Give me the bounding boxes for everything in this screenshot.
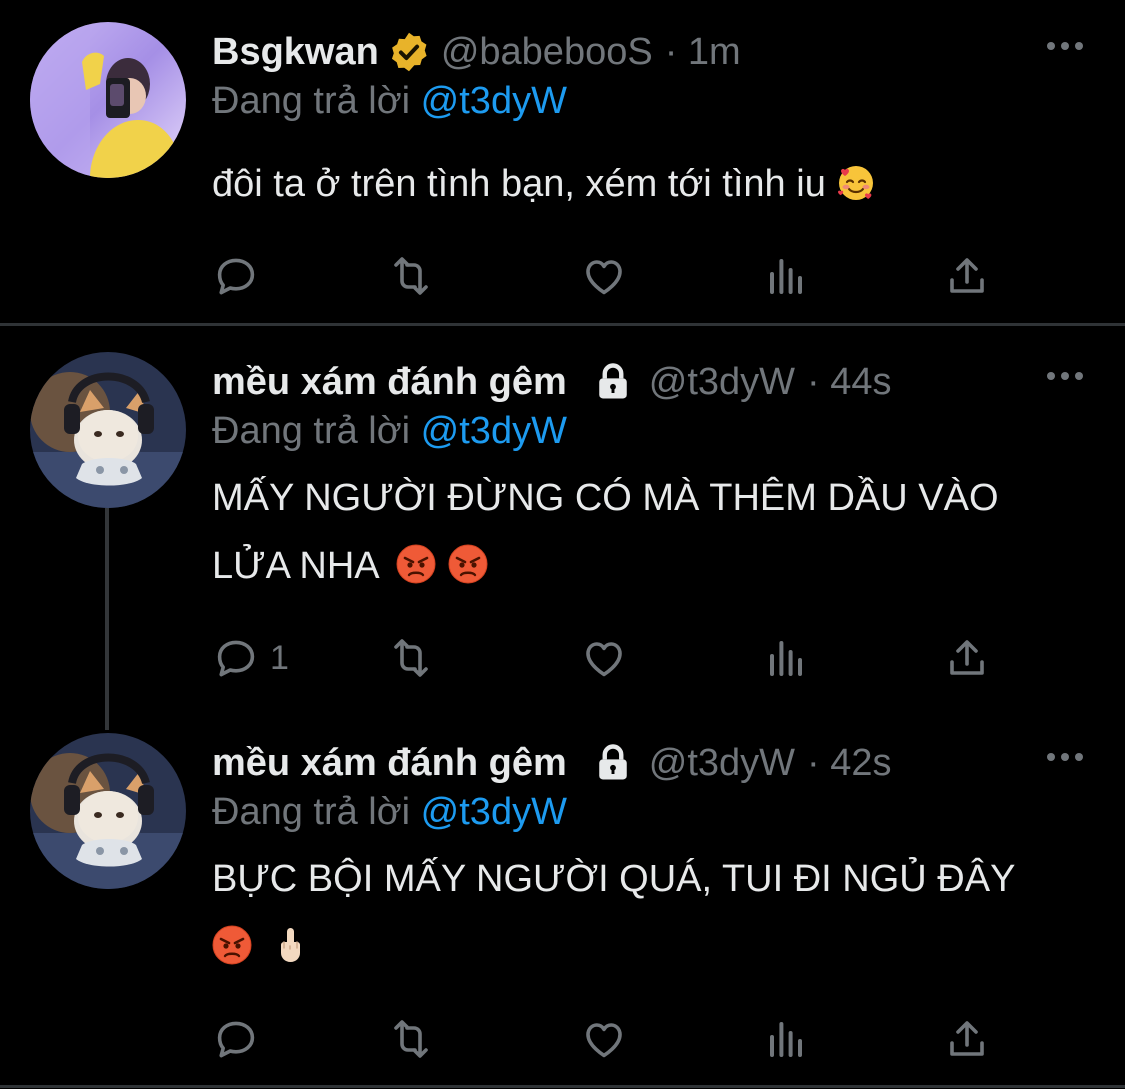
timestamp[interactable]: · 44s — [807, 361, 891, 404]
action-bar — [212, 252, 1012, 302]
like-icon — [580, 1015, 628, 1063]
display-name[interactable]: Bsgkwan — [212, 31, 379, 74]
more-icon[interactable] — [1047, 366, 1087, 386]
angry-face-icon — [396, 544, 436, 584]
middle-finger-icon — [270, 925, 310, 965]
share-icon — [943, 634, 991, 682]
retweet-icon — [387, 1015, 435, 1063]
tweet-text-line-2: LỬA NHA — [212, 532, 1092, 600]
retweet-icon — [387, 252, 435, 300]
reply-button[interactable]: 1 — [212, 634, 289, 682]
mention-link[interactable]: @t3dyW — [421, 80, 567, 122]
lock-icon — [591, 741, 635, 785]
tweet-header: mều xám đánh gêm @t3dyW · 44s — [212, 352, 892, 412]
retweet-button[interactable] — [387, 634, 435, 682]
display-name[interactable]: mều xám đánh gêm — [212, 361, 567, 404]
timestamp[interactable]: · 1m — [665, 31, 741, 74]
display-name[interactable]: mều xám đánh gêm — [212, 742, 567, 785]
share-icon — [943, 252, 991, 300]
analytics-icon — [762, 634, 810, 682]
tweet-2[interactable]: mều xám đánh gêm @t3dyW · 44s Đang trả l… — [0, 352, 1125, 682]
retweet-icon — [387, 634, 435, 682]
like-icon — [580, 252, 628, 300]
divider — [0, 323, 1125, 326]
analytics-button[interactable] — [762, 1015, 810, 1063]
tweet-1[interactable]: Bsgkwan @babebooS · 1m Đang trả lời @t3d… — [0, 22, 1125, 312]
share-button[interactable] — [943, 1015, 991, 1063]
reply-button[interactable] — [212, 252, 260, 300]
analytics-icon — [762, 252, 810, 300]
tweet-text: BỰC BỘI MẤY NGƯỜI QUÁ, TUI ĐI NGỦ ĐÂY — [212, 845, 1092, 981]
share-button[interactable] — [943, 252, 991, 300]
avatar-meu-xam[interactable] — [30, 733, 186, 889]
retweet-button[interactable] — [387, 1015, 435, 1063]
mention-link[interactable]: @t3dyW — [421, 791, 567, 833]
analytics-icon — [762, 1015, 810, 1063]
replying-to-prefix: Đang trả lời — [212, 791, 411, 833]
tweet-header: Bsgkwan @babebooS · 1m — [212, 22, 741, 82]
lock-icon — [591, 360, 635, 404]
username[interactable]: @t3dyW — [649, 361, 795, 404]
mention-link[interactable]: @t3dyW — [421, 410, 567, 452]
analytics-button[interactable] — [762, 634, 810, 682]
smiling-face-with-hearts-icon — [836, 162, 876, 202]
angry-face-icon — [212, 925, 252, 965]
tweet-text-line: MẤY NGƯỜI ĐỪNG CÓ MÀ THÊM DẦU VÀO — [212, 477, 999, 519]
divider — [0, 1085, 1125, 1088]
replying-to: Đang trả lời @t3dyW — [212, 791, 567, 834]
action-bar: 1 — [212, 634, 1012, 684]
reply-count: 1 — [270, 638, 289, 677]
replying-to: Đang trả lời @t3dyW — [212, 80, 567, 123]
analytics-button[interactable] — [762, 252, 810, 300]
share-button[interactable] — [943, 634, 991, 682]
avatar-meu-xam[interactable] — [30, 352, 186, 508]
more-icon[interactable] — [1047, 747, 1087, 767]
like-button[interactable] — [580, 634, 628, 682]
reply-icon — [212, 634, 260, 682]
tweet-3[interactable]: mều xám đánh gêm @t3dyW · 42s Đang trả l… — [0, 733, 1125, 1063]
tweet-text: đôi ta ở trên tình bạn, xém tới tình iu — [212, 150, 1092, 218]
action-bar — [212, 1015, 1012, 1065]
angry-face-icon — [448, 544, 488, 584]
reply-icon — [212, 1015, 260, 1063]
reply-icon — [212, 252, 260, 300]
avatar-bsgkwan[interactable] — [30, 22, 186, 178]
verified-badge-icon — [387, 30, 431, 74]
tweet-text-line: đôi ta ở trên tình bạn, xém tới tình iu — [212, 163, 826, 205]
tweet-header: mều xám đánh gêm @t3dyW · 42s — [212, 733, 892, 793]
like-button[interactable] — [580, 252, 628, 300]
replying-to-prefix: Đang trả lời — [212, 410, 411, 452]
retweet-button[interactable] — [387, 252, 435, 300]
replying-to: Đang trả lời @t3dyW — [212, 410, 567, 453]
timestamp[interactable]: · 42s — [807, 742, 891, 785]
tweet-text-line: LỬA NHA — [212, 545, 380, 587]
like-button[interactable] — [580, 1015, 628, 1063]
username[interactable]: @t3dyW — [649, 742, 795, 785]
share-icon — [943, 1015, 991, 1063]
tweet-emoji-line — [212, 913, 1092, 981]
tweet-text-line: BỰC BỘI MẤY NGƯỜI QUÁ, TUI ĐI NGỦ ĐÂY — [212, 858, 1016, 900]
username[interactable]: @babebooS — [441, 31, 653, 74]
like-icon — [580, 634, 628, 682]
reply-button[interactable] — [212, 1015, 260, 1063]
replying-to-prefix: Đang trả lời — [212, 80, 411, 122]
tweet-text: MẤY NGƯỜI ĐỪNG CÓ MÀ THÊM DẦU VÀO LỬA NH… — [212, 464, 1092, 600]
more-icon[interactable] — [1047, 36, 1087, 56]
